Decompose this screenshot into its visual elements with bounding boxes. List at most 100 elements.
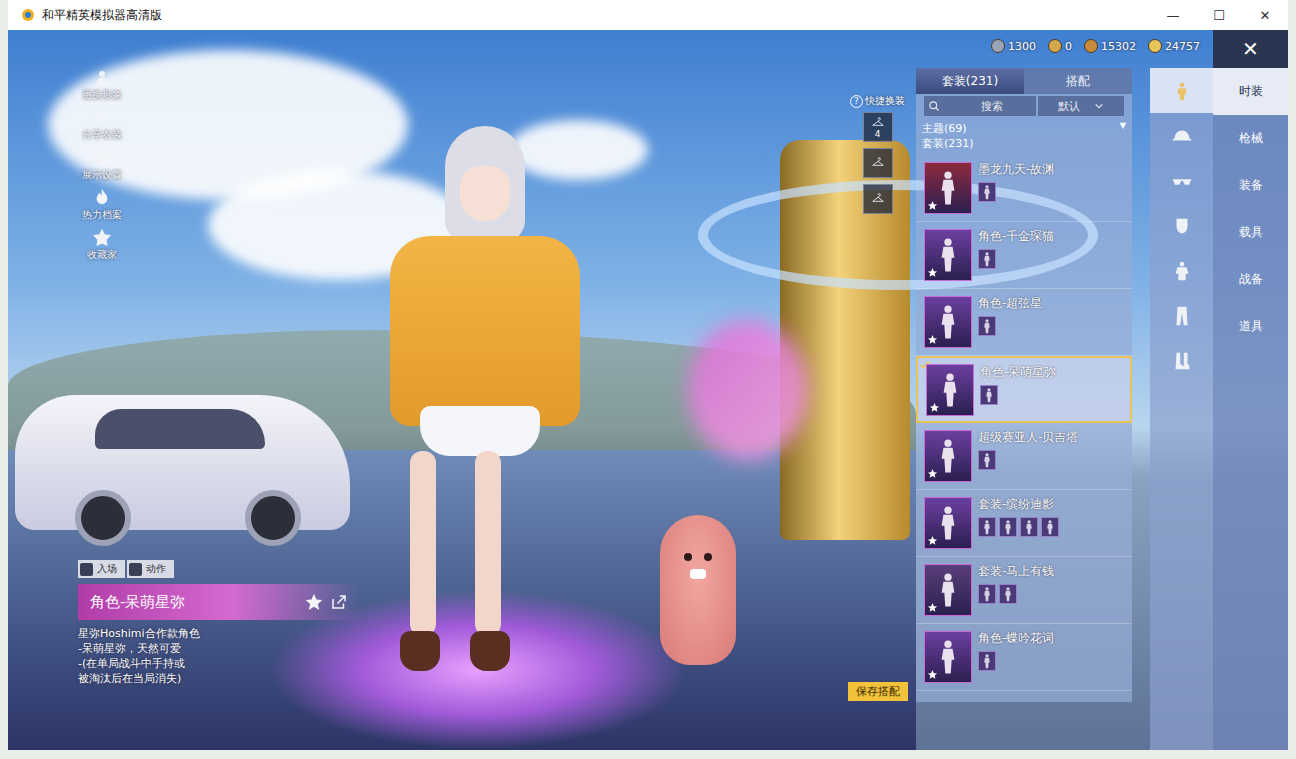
search-field[interactable]: 搜索 [924, 96, 1036, 116]
favorite-star-icon[interactable] [304, 592, 324, 612]
piece-thumbnail [999, 517, 1017, 537]
hat-icon [1171, 125, 1193, 147]
outfit-item[interactable]: 角色-呆萌星弥 [916, 356, 1132, 423]
window-control-button[interactable]: — [1150, 0, 1196, 30]
currency-bar: 130001530224757 [991, 39, 1200, 53]
outfit-item[interactable]: 角色-超弦星 [916, 289, 1132, 356]
quick-slot[interactable]: 4 [863, 112, 893, 142]
side-menu-item[interactable]: 展示设置 [82, 148, 122, 182]
outfit-item[interactable]: 套装-缤纷迪影 [916, 490, 1132, 557]
window-control-button[interactable]: ✕ [1242, 0, 1288, 30]
outfit-item[interactable]: 套装-马上有钱 [916, 557, 1132, 624]
outfit-item[interactable]: 角色-千金琛猫 [916, 222, 1132, 289]
category-button[interactable] [1150, 203, 1213, 248]
menu-tab[interactable]: 载具 [1213, 209, 1288, 256]
quick-change: ?快捷换装4 [850, 94, 905, 214]
category-column [1150, 68, 1213, 750]
category-button[interactable] [1150, 338, 1213, 383]
menu-tab[interactable]: 枪械 [1213, 115, 1288, 162]
chevron-down-icon [1094, 101, 1104, 111]
menu-tab[interactable]: 战备 [1213, 256, 1288, 303]
lobby-scene: 更换形象分享衣装展示设置热力档案收藏家?快捷换装4入场动作角色-呆萌星弥星弥Ho… [8, 30, 916, 750]
list-tab[interactable]: 搭配 [1024, 68, 1132, 94]
shoes-icon [1171, 350, 1193, 372]
beaver-pet[interactable] [660, 515, 736, 665]
emote-button[interactable]: 动作 [127, 560, 174, 578]
side-menu-item[interactable]: 收藏家 [87, 228, 117, 262]
category-button[interactable] [1150, 248, 1213, 293]
mask-icon [1171, 215, 1193, 237]
outfit-thumbnail [924, 229, 972, 281]
category-button[interactable] [1150, 113, 1213, 158]
star-icon [927, 200, 938, 211]
theme-filter[interactable]: 主题(69)▼ [916, 118, 1132, 136]
outfit-thumbnail [924, 631, 972, 683]
category-button[interactable] [1150, 68, 1213, 113]
menu-tab-column: ✕时装枪械装备载具战备道具 [1213, 30, 1288, 750]
outfit-item[interactable]: 超级赛亚人-贝吉塔 [916, 423, 1132, 490]
category-button[interactable] [1150, 293, 1213, 338]
category-button[interactable] [1150, 158, 1213, 203]
piece-thumbnail [1041, 517, 1059, 537]
piece-thumbnail [999, 584, 1017, 604]
share-icon[interactable] [330, 593, 348, 611]
figure-icon [982, 452, 992, 468]
figure-icon [937, 570, 959, 610]
title-bar: 和平精英模拟器高清版—☐✕ [8, 0, 1288, 30]
outfit-item[interactable]: 墨龙九天-故渊 [916, 155, 1132, 222]
star-icon [927, 334, 938, 345]
coin-icon [1084, 39, 1098, 53]
figure-icon [1003, 586, 1013, 602]
emote-button[interactable]: 入场 [78, 560, 125, 578]
outfit-thumbnail [924, 162, 972, 214]
star-icon [929, 402, 940, 413]
quick-slot[interactable] [863, 184, 893, 214]
set-filter[interactable]: 套装(231) [916, 136, 1132, 151]
figure-icon [982, 653, 992, 669]
glasses-icon [1171, 170, 1193, 192]
figure-icon [1003, 519, 1013, 535]
side-menu: 更换形象分享衣装展示设置热力档案收藏家 [72, 68, 132, 262]
close-button[interactable]: ✕ [1213, 30, 1288, 68]
piece-thumbnail [978, 651, 996, 671]
pants-icon [1171, 305, 1193, 327]
menu-tab[interactable]: 装备 [1213, 162, 1288, 209]
figure-icon [937, 168, 959, 208]
side-menu-item[interactable]: 分享衣装 [82, 108, 122, 142]
figure-icon [937, 235, 959, 275]
hanger-icon [869, 156, 887, 170]
menu-tab[interactable]: 时装 [1213, 68, 1288, 115]
menu-tab[interactable]: 道具 [1213, 303, 1288, 350]
piece-thumbnail [978, 584, 996, 604]
outfit-item[interactable]: 角色-蝶吟花词 [916, 624, 1132, 691]
quick-slot[interactable] [863, 148, 893, 178]
menu-icon [92, 188, 112, 208]
figure-icon [984, 387, 994, 403]
menu-icon [92, 228, 112, 248]
top-icon [1171, 260, 1193, 282]
figure-icon [1024, 519, 1034, 535]
list-tab[interactable]: 套装(231) [916, 68, 1024, 94]
piece-thumbnail [978, 182, 996, 202]
help-badge[interactable]: ? [850, 95, 863, 108]
menu-icon [92, 148, 112, 168]
figure-icon [937, 503, 959, 543]
star-icon [927, 535, 938, 546]
save-outfit-button[interactable]: 保存搭配 [848, 682, 908, 701]
outfit-thumbnail [924, 430, 972, 482]
currency: 0 [1048, 39, 1072, 53]
piece-thumbnail [978, 316, 996, 336]
piece-thumbnail [1020, 517, 1038, 537]
outfit-description: 星弥Hoshimi合作款角色-呆萌星弥，天然可爱-(在单局战斗中手持或被淘汰后在… [78, 626, 258, 686]
figure-icon [982, 251, 992, 267]
sort-dropdown[interactable]: 默认 [1038, 96, 1124, 116]
side-menu-item[interactable]: 热力档案 [82, 188, 122, 222]
figure-icon [937, 302, 959, 342]
window-title: 和平精英模拟器高清版 [42, 7, 1150, 24]
window-control-button[interactable]: ☐ [1196, 0, 1242, 30]
cloud [508, 120, 648, 180]
app-logo-icon [20, 7, 36, 23]
outfit-thumbnail [924, 564, 972, 616]
side-menu-item[interactable]: 更换形象 [82, 68, 122, 102]
character[interactable] [350, 126, 580, 696]
